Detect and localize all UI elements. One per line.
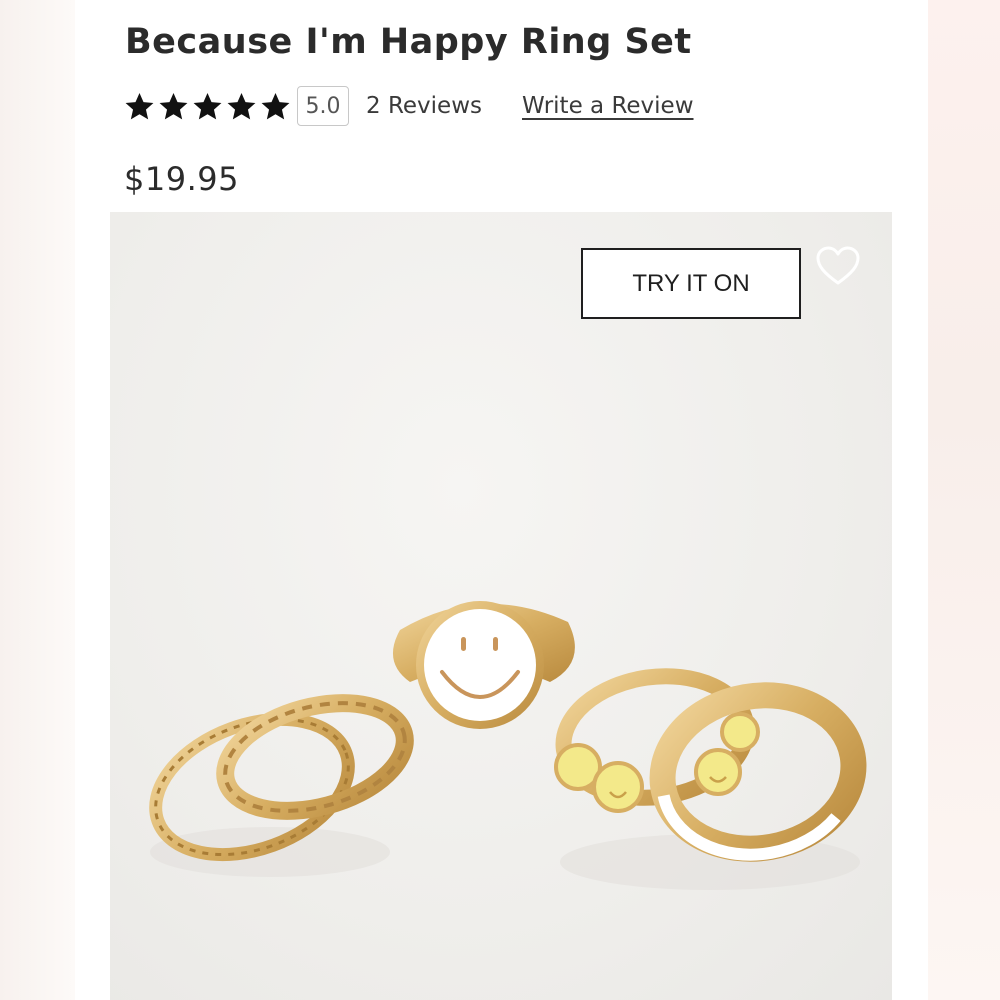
review-count-link[interactable]: 2 Reviews — [366, 93, 482, 119]
rating-row: 5.0 2 Reviews Write a Review — [124, 84, 694, 128]
ring-set-illustration — [149, 601, 867, 890]
star-icon — [261, 92, 290, 119]
star-icon — [125, 92, 154, 119]
product-price: $19.95 — [124, 160, 239, 198]
try-it-on-button[interactable]: TRY IT ON — [581, 248, 801, 319]
rating-score: 5.0 — [297, 86, 349, 126]
smiley-signet-ring — [392, 601, 575, 729]
star-rating — [124, 91, 291, 122]
braided-ring — [216, 694, 414, 820]
star-icon — [193, 92, 222, 119]
star-icon — [227, 92, 256, 119]
product-image: TRY IT ON — [110, 212, 892, 1000]
product-title: Because I'm Happy Ring Set — [125, 22, 692, 62]
star-icon — [159, 92, 188, 119]
heart-icon[interactable] — [814, 242, 862, 290]
background-right — [928, 0, 1000, 1000]
write-review-link[interactable]: Write a Review — [522, 93, 694, 119]
background-left — [0, 0, 75, 1000]
